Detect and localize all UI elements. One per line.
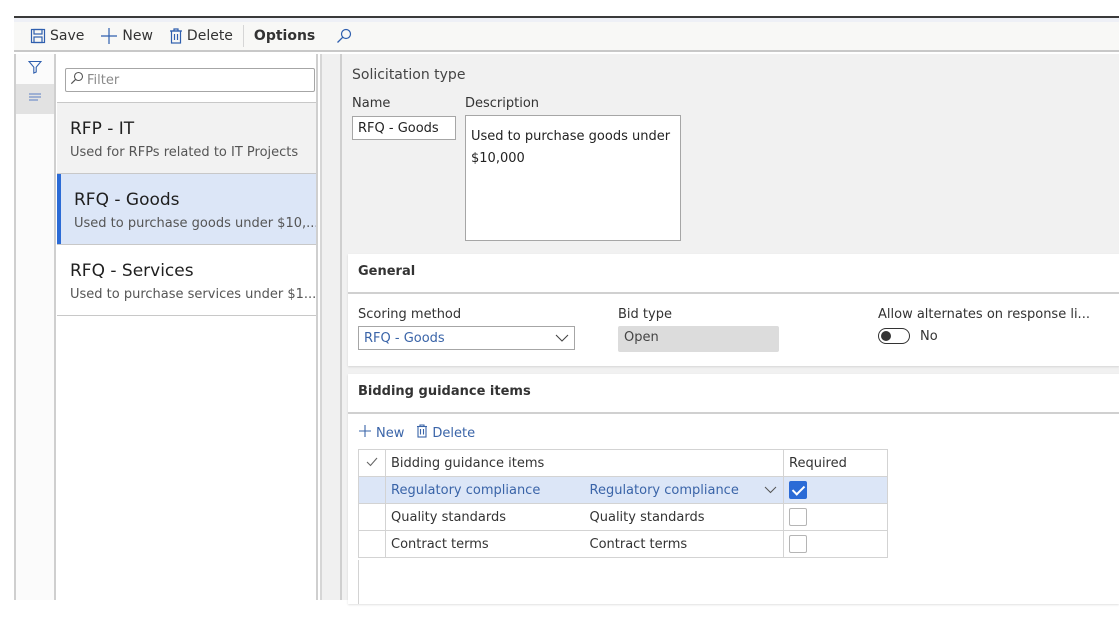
name-field[interactable] xyxy=(352,116,456,140)
filter-pane-button[interactable] xyxy=(16,54,54,84)
filter-input[interactable] xyxy=(87,72,307,88)
table-row[interactable]: Contract terms Contract terms xyxy=(358,530,888,558)
chevron-down-icon[interactable] xyxy=(764,483,777,498)
list-item-description: Used to purchase goods under $10,... xyxy=(74,216,316,231)
section-title: Solicitation type xyxy=(352,67,466,83)
list-item[interactable]: RFQ - Goods Used to purchase goods under… xyxy=(57,174,316,245)
bidding-guidance-grid: Bidding guidance items Required Regulato… xyxy=(358,449,888,558)
item-lookup-value: Regulatory compliance xyxy=(589,482,739,498)
toggle-track[interactable] xyxy=(878,328,910,344)
required-checkbox[interactable] xyxy=(789,535,807,553)
toolbar-divider xyxy=(242,25,244,47)
name-label: Name xyxy=(352,96,391,111)
item-lookup-cell[interactable]: Contract terms xyxy=(584,530,784,558)
item-name-cell[interactable]: Quality standards xyxy=(385,503,585,531)
allow-alternates-label: Allow alternates on response li... xyxy=(878,307,1090,322)
grid-new-label: New xyxy=(376,425,405,441)
app-window: Save New Delete Options Filter RFP - IT … xyxy=(14,16,1119,604)
list-item-description: Used to purchase services under $1... xyxy=(70,287,316,302)
scoring-method-value: RFQ - Goods xyxy=(364,330,445,346)
scoring-method-label: Scoring method xyxy=(358,307,462,322)
required-cell xyxy=(783,503,888,531)
scoring-method-select[interactable]: RFQ - Goods xyxy=(358,326,575,350)
grid-delete-button[interactable]: Delete xyxy=(416,424,475,442)
grid-new-button[interactable]: New xyxy=(358,424,404,442)
filter-field[interactable] xyxy=(65,68,315,92)
toggle-knob xyxy=(881,331,891,341)
column-header-items[interactable]: Bidding guidance items xyxy=(385,449,585,477)
record-list: RFP - IT Used for RFPs related to IT Pro… xyxy=(57,102,316,316)
list-item-description: Used for RFPs related to IT Projects xyxy=(70,145,299,160)
list-item-title: RFP - IT xyxy=(70,119,135,139)
row-selector[interactable] xyxy=(358,530,386,558)
item-lookup-cell[interactable]: Regulatory compliance xyxy=(584,476,784,504)
plus-icon xyxy=(358,424,372,442)
nav-rail xyxy=(14,54,56,600)
record-list-pane: RFP - IT Used for RFPs related to IT Pro… xyxy=(56,54,318,600)
description-field[interactable]: Used to purchase goods under $10,000 xyxy=(465,115,681,241)
list-item[interactable]: RFP - IT Used for RFPs related to IT Pro… xyxy=(57,103,316,174)
filter-icon xyxy=(27,60,43,78)
details-pane: Solicitation type Name Description Used … xyxy=(342,54,1119,604)
delete-button[interactable]: Delete xyxy=(161,23,241,49)
table-row[interactable]: Quality standards Quality standards xyxy=(358,503,888,531)
toolbar-divider xyxy=(325,25,326,47)
search-icon xyxy=(336,28,352,44)
search-button[interactable] xyxy=(328,23,360,49)
grid-delete-label: Delete xyxy=(432,425,476,441)
item-lookup-cell[interactable]: Quality standards xyxy=(584,503,784,531)
grid-action-bar: New Delete xyxy=(358,424,475,442)
list-item-title: RFQ - Services xyxy=(70,261,194,281)
grid-border xyxy=(358,560,359,604)
select-all-checkbox[interactable] xyxy=(358,449,386,477)
bidding-guidance-section: Bidding guidance items New Delete Biddin… xyxy=(348,374,1119,604)
description-label: Description xyxy=(465,96,540,111)
column-header-required[interactable]: Required xyxy=(783,449,888,477)
chevron-down-icon xyxy=(555,331,569,346)
save-icon xyxy=(30,28,46,44)
row-selector[interactable] xyxy=(358,503,386,531)
table-row[interactable]: Regulatory compliance Regulatory complia… xyxy=(358,476,888,504)
action-pane: Save New Delete Options xyxy=(14,18,1119,52)
row-selector[interactable] xyxy=(358,476,386,504)
delete-label: Delete xyxy=(186,28,233,44)
toggle-value: No xyxy=(920,328,938,344)
grid-header-row: Bidding guidance items Required xyxy=(358,449,888,477)
general-section: General Scoring method RFQ - Goods Bid t… xyxy=(348,254,1119,366)
list-item[interactable]: RFQ - Services Used to purchase services… xyxy=(57,245,316,316)
bid-type-field: Open xyxy=(618,326,779,352)
required-cell xyxy=(783,476,888,504)
options-tab[interactable]: Options xyxy=(246,23,323,49)
new-button[interactable]: New xyxy=(92,23,161,49)
list-item-title: RFQ - Goods xyxy=(74,190,180,210)
required-checkbox[interactable] xyxy=(789,508,807,526)
bid-type-label: Bid type xyxy=(618,307,672,322)
column-header-spacer xyxy=(584,449,784,477)
plus-icon xyxy=(100,27,118,45)
trash-icon xyxy=(416,424,428,442)
checkmark-icon xyxy=(366,456,378,471)
required-checkbox[interactable] xyxy=(789,481,807,499)
required-cell xyxy=(783,530,888,558)
bidding-guidance-header[interactable]: Bidding guidance items xyxy=(348,374,1119,414)
item-name-cell[interactable]: Contract terms xyxy=(385,530,585,558)
list-view-button[interactable] xyxy=(16,84,54,114)
item-name-cell[interactable]: Regulatory compliance xyxy=(385,476,585,504)
save-label: Save xyxy=(50,28,85,44)
save-button[interactable]: Save xyxy=(22,23,92,49)
general-header[interactable]: General xyxy=(348,254,1119,294)
allow-alternates-toggle[interactable]: No xyxy=(878,328,938,344)
list-icon xyxy=(28,91,42,107)
new-label: New xyxy=(122,28,153,44)
pane-splitter[interactable] xyxy=(320,54,342,600)
trash-icon xyxy=(169,28,183,44)
search-icon xyxy=(70,71,84,89)
